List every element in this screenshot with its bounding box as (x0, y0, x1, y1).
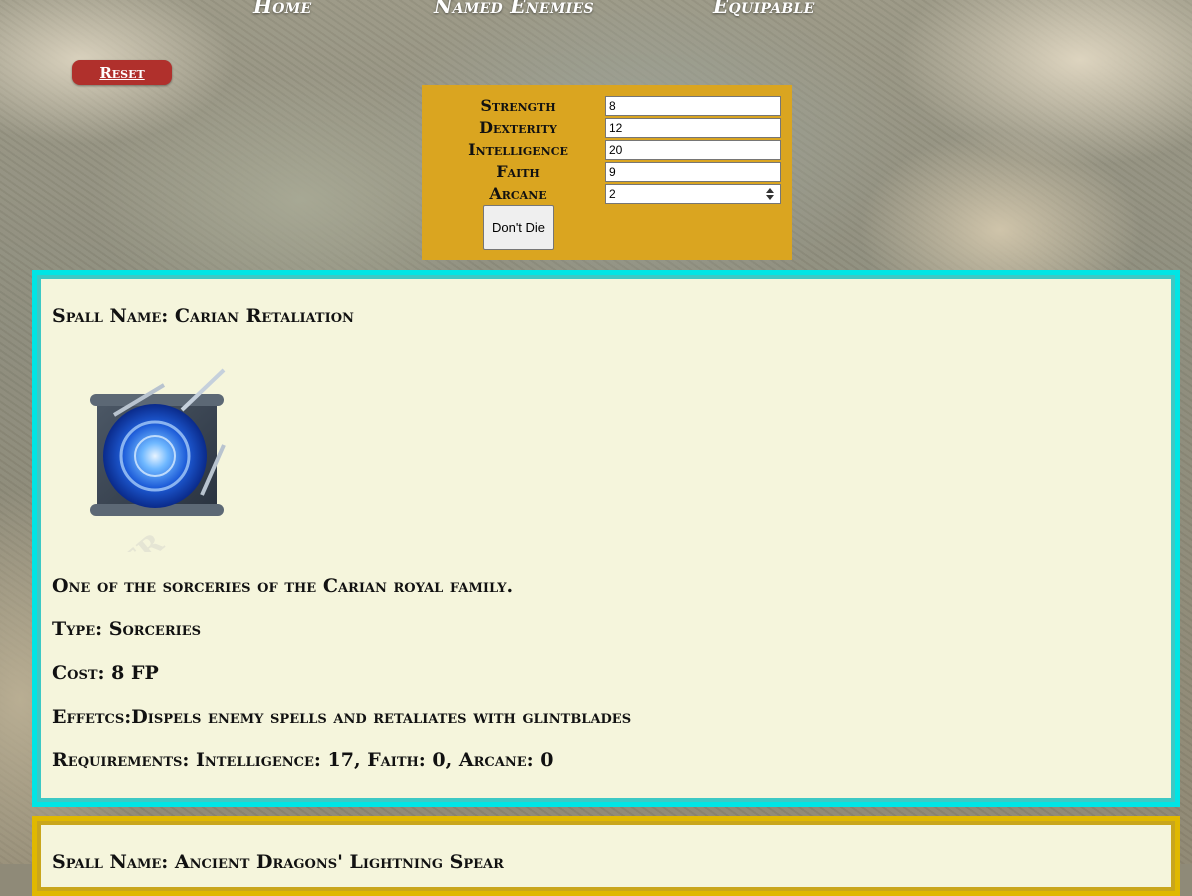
stat-label-dexterity: Dexterity (479, 118, 557, 137)
stat-label-intelligence: Intelligence (468, 140, 568, 159)
arcane-value: 2 (609, 187, 616, 201)
arcane-input[interactable]: 2 (605, 184, 781, 204)
strength-input[interactable]: 8 (605, 96, 781, 116)
nav-home-link[interactable]: Home (253, 0, 311, 18)
spell-requirements: Requirements: Intelligence: 17, Faith: 0… (52, 749, 554, 771)
stat-row-arcane: Arcane 2 (422, 183, 792, 205)
spell-card: Spall Name: Ancient Dragons' Lightning S… (32, 816, 1180, 896)
stat-label-faith: Faith (496, 162, 540, 181)
stats-panel: Strength 8 Dexterity 12 Intelligence 20 … (422, 85, 792, 260)
spell-cost: Cost: 8 FP (52, 662, 159, 684)
dexterity-input[interactable]: 12 (605, 118, 781, 138)
svg-text:ER: ER (115, 526, 171, 552)
stat-row-intelligence: Intelligence 20 (422, 139, 792, 161)
nav-equipable-link[interactable]: Equipable (713, 0, 815, 18)
spell-name: Spall Name: Ancient Dragons' Lightning S… (52, 851, 504, 873)
stat-row-dexterity: Dexterity 12 (422, 117, 792, 139)
number-spinner-icon[interactable] (766, 187, 774, 201)
spell-name: Spall Name: Carian Retaliation (52, 305, 354, 327)
spell-card: Spall Name: Carian Retaliation ER (32, 270, 1180, 807)
main-nav: Home Named Enemies Equipable (0, 0, 1192, 24)
stat-label-arcane: Arcane (489, 184, 547, 203)
faith-input[interactable]: 9 (605, 162, 781, 182)
intelligence-input[interactable]: 20 (605, 140, 781, 160)
stat-row-faith: Faith 9 (422, 161, 792, 183)
spell-effects: Effetcs:Dispels enemy spells and retalia… (52, 706, 632, 728)
spell-type: Type: Sorceries (52, 618, 202, 640)
stat-row-strength: Strength 8 (422, 95, 792, 117)
dont-die-button[interactable]: Don't Die (483, 205, 554, 250)
reset-button[interactable]: Reset (72, 60, 172, 85)
stat-label-strength: Strength (480, 96, 556, 115)
sorcery-scroll-icon: ER (90, 368, 226, 552)
nav-named-enemies-link[interactable]: Named Enemies (434, 0, 594, 18)
spell-description: One of the sorceries of the Carian royal… (52, 575, 514, 597)
